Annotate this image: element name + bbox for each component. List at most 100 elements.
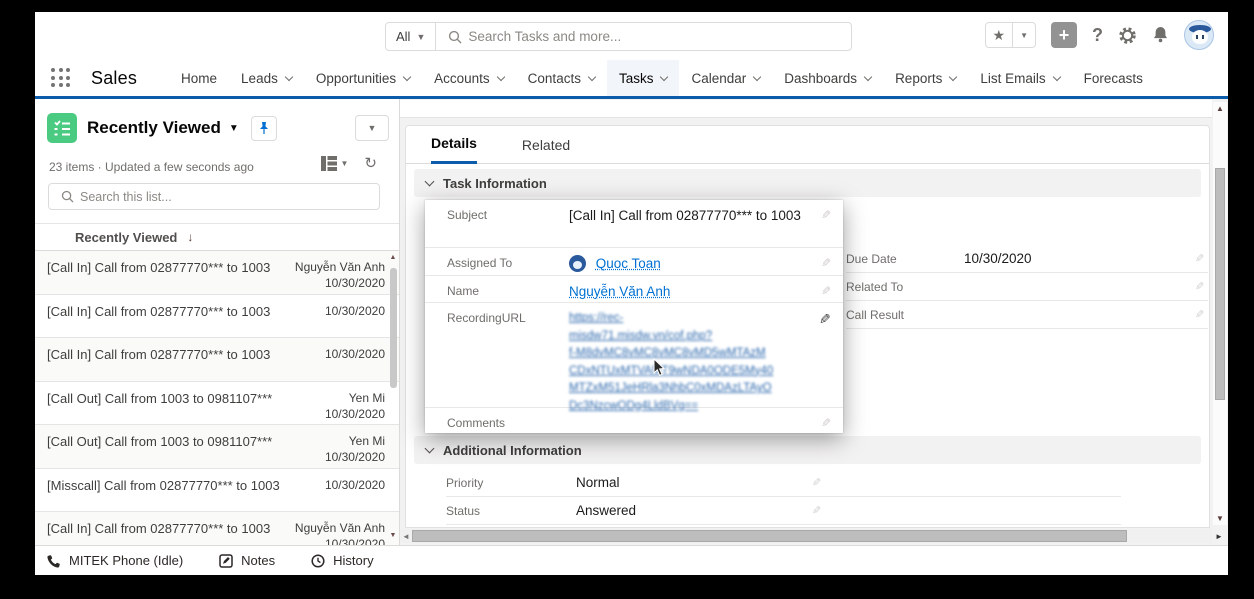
scroll-thumb[interactable]	[390, 268, 397, 388]
list-item[interactable]: [Call In] Call from 02877770*** to 1003N…	[35, 512, 399, 545]
list-item[interactable]: [Call Out] Call from 1003 to 0981107***Y…	[35, 382, 399, 426]
list-item-subject[interactable]: [Call In] Call from 02877770*** to 1003	[47, 518, 270, 545]
nav-item-dashboards[interactable]: Dashboards	[772, 60, 883, 96]
search-input[interactable]	[468, 29, 851, 44]
nav-item-label: List Emails	[980, 71, 1045, 86]
nav-item-accounts[interactable]: Accounts	[422, 60, 516, 96]
scroll-left-icon[interactable]: ◄	[400, 532, 412, 541]
recording-url-line[interactable]: misdw71.misdw.vn/cof.php?	[569, 328, 773, 346]
phone-icon	[47, 554, 61, 568]
list-item-name: Yen Mi	[349, 433, 385, 449]
list-item[interactable]: [Call In] Call from 02877770*** to 10031…	[35, 295, 399, 339]
recording-url-link[interactable]: https://rec-misdw71.misdw.vn/cof.php?f-M…	[569, 303, 773, 407]
recording-url-line[interactable]: https://rec-	[569, 310, 773, 328]
field-value: [Call In] Call from 02877770*** to 1003	[569, 200, 801, 247]
scroll-up-icon[interactable]: ▲	[1213, 104, 1227, 113]
nav-item-contacts[interactable]: Contacts	[516, 60, 607, 96]
list-item[interactable]: [Call Out] Call from 1003 to 0981107*** Y…	[35, 425, 399, 469]
display-as-icon[interactable]: ▼	[321, 156, 349, 171]
help-button[interactable]: ?	[1092, 25, 1103, 46]
nav-item-list-emails[interactable]: List Emails	[968, 60, 1071, 96]
nav-item-reports[interactable]: Reports	[883, 60, 968, 96]
nav-item-tasks[interactable]: Tasks	[607, 60, 680, 96]
scroll-down-icon[interactable]: ▼	[1213, 514, 1227, 523]
name-link[interactable]: Nguyễn Văn Anh	[569, 284, 670, 299]
edit-pencil-icon[interactable]: ✎	[821, 284, 831, 298]
nav-item-forecasts[interactable]: Forecasts	[1072, 60, 1155, 96]
edit-pencil-icon[interactable]: ✎	[812, 476, 821, 489]
recording-url-line[interactable]: f-M8dvMC8vMC8vMC8vMD5wMTAzM	[569, 345, 773, 363]
nav-item-leads[interactable]: Leads	[229, 60, 304, 96]
assignee-avatar	[569, 255, 586, 272]
list-item-subject[interactable]: [Call In] Call from 02877770*** to 1003	[47, 257, 270, 289]
list-item-subject[interactable]: [Call Out] Call from 1003 to 0981107***	[47, 431, 272, 463]
nav-item-home[interactable]: Home	[169, 60, 229, 96]
favorites-button[interactable]: ★ ▼	[985, 22, 1036, 48]
list-search-input[interactable]	[80, 190, 379, 204]
list-item[interactable]: [Misscall] Call from 02877770*** to 1003…	[35, 469, 399, 513]
scroll-up-icon[interactable]: ▲	[388, 254, 398, 261]
edit-pencil-icon[interactable]: ✎	[821, 256, 831, 270]
search-scope-dropdown[interactable]: All ▼	[386, 23, 436, 50]
user-avatar[interactable]	[1184, 20, 1214, 50]
popup-field-name: Name Nguyễn Văn Anh ✎	[425, 276, 843, 303]
edit-pencil-icon[interactable]: ✎	[1195, 252, 1204, 265]
field-label: Comments	[447, 408, 569, 433]
field-label: Name	[447, 276, 569, 302]
global-actions-button[interactable]: +	[1051, 22, 1077, 48]
refresh-icon[interactable]: ↻	[364, 154, 377, 172]
edit-pencil-icon[interactable]: ✎	[1195, 308, 1204, 321]
recording-url-line[interactable]: MTZxM51JeHRla3NhbC0xMDAzLTAyO	[569, 380, 773, 398]
global-search[interactable]: All ▼	[385, 22, 852, 51]
horizontal-scrollbar[interactable]: ◄	[400, 529, 1212, 543]
setup-gear-icon[interactable]	[1118, 26, 1137, 45]
edit-pencil-icon[interactable]: ✎	[821, 416, 831, 430]
section-task-information[interactable]: Task Information	[414, 169, 1201, 197]
notifications-bell-icon[interactable]	[1152, 26, 1169, 44]
popup-field-assigned-to: Assigned To Quoc Toan ✎	[425, 248, 843, 276]
list-item-subject[interactable]: [Call Out] Call from 1003 to 0981107***	[47, 388, 272, 420]
scroll-thumb[interactable]	[412, 530, 1127, 542]
scroll-down-icon[interactable]: ▼	[388, 532, 398, 539]
nav-item-calendar[interactable]: Calendar	[679, 60, 772, 96]
popup-field-subject: Subject [Call In] Call from 02877770*** …	[425, 200, 843, 248]
edit-pencil-icon[interactable]: ✎	[1195, 280, 1204, 293]
list-search-box[interactable]	[48, 183, 380, 210]
list-item-subject[interactable]: [Misscall] Call from 02877770*** to 1003	[47, 475, 280, 507]
list-view-selector-caret[interactable]: ▼	[229, 123, 239, 134]
nav-item-opportunities[interactable]: Opportunities	[304, 60, 422, 96]
utility-item-notes[interactable]: Notes	[219, 553, 275, 568]
list-item-subject[interactable]: [Call In] Call from 02877770*** to 1003	[47, 344, 270, 376]
edit-pencil-icon[interactable]: ✎	[819, 311, 831, 328]
utility-item-phone[interactable]: MITEK Phone (Idle)	[47, 553, 183, 568]
sort-column-header[interactable]: Recently Viewed ↓	[35, 223, 399, 251]
edit-pencil-icon[interactable]: ✎	[821, 208, 831, 222]
list-item-subject[interactable]: [Call In] Call from 02877770*** to 1003	[47, 301, 270, 333]
scroll-thumb[interactable]	[1215, 168, 1225, 400]
pin-list-button[interactable]	[251, 116, 277, 141]
star-icon[interactable]: ★	[986, 23, 1014, 47]
scroll-right-icon[interactable]: ►	[1212, 529, 1226, 543]
app-name: Sales	[91, 68, 137, 89]
list-actions-dropdown[interactable]: ▼	[355, 115, 389, 141]
vertical-scrollbar[interactable]: ▲ ▼	[1213, 102, 1227, 525]
favorites-dropdown[interactable]: ▼	[1013, 23, 1035, 47]
list-item[interactable]: [Call In] Call from 02877770*** to 1003N…	[35, 251, 399, 295]
sort-column-label: Recently Viewed	[75, 230, 177, 245]
tab-details[interactable]: Details	[431, 135, 477, 164]
sidebar-scrollbar[interactable]: ▲ ▼	[388, 254, 398, 539]
field-label: Status	[446, 504, 576, 518]
section-additional-information[interactable]: Additional Information	[414, 436, 1201, 464]
recording-url-line[interactable]: CDxNTUxMTVAMT9wNDA0ODE5My40	[569, 363, 773, 381]
field-value: Answered	[576, 503, 636, 518]
utility-item-label: Notes	[241, 553, 275, 568]
list-item[interactable]: [Call In] Call from 02877770*** to 10031…	[35, 338, 399, 382]
field-label: Call Result	[846, 308, 964, 322]
assigned-to-link[interactable]: Quoc Toan	[596, 256, 661, 271]
chevron-down-icon	[949, 72, 957, 80]
chevron-down-icon: ▼	[416, 32, 425, 42]
edit-pencil-icon[interactable]: ✎	[812, 504, 821, 517]
app-launcher-waffle-icon[interactable]	[51, 68, 71, 88]
utility-item-history[interactable]: History	[311, 553, 373, 568]
tab-related[interactable]: Related	[522, 137, 570, 163]
